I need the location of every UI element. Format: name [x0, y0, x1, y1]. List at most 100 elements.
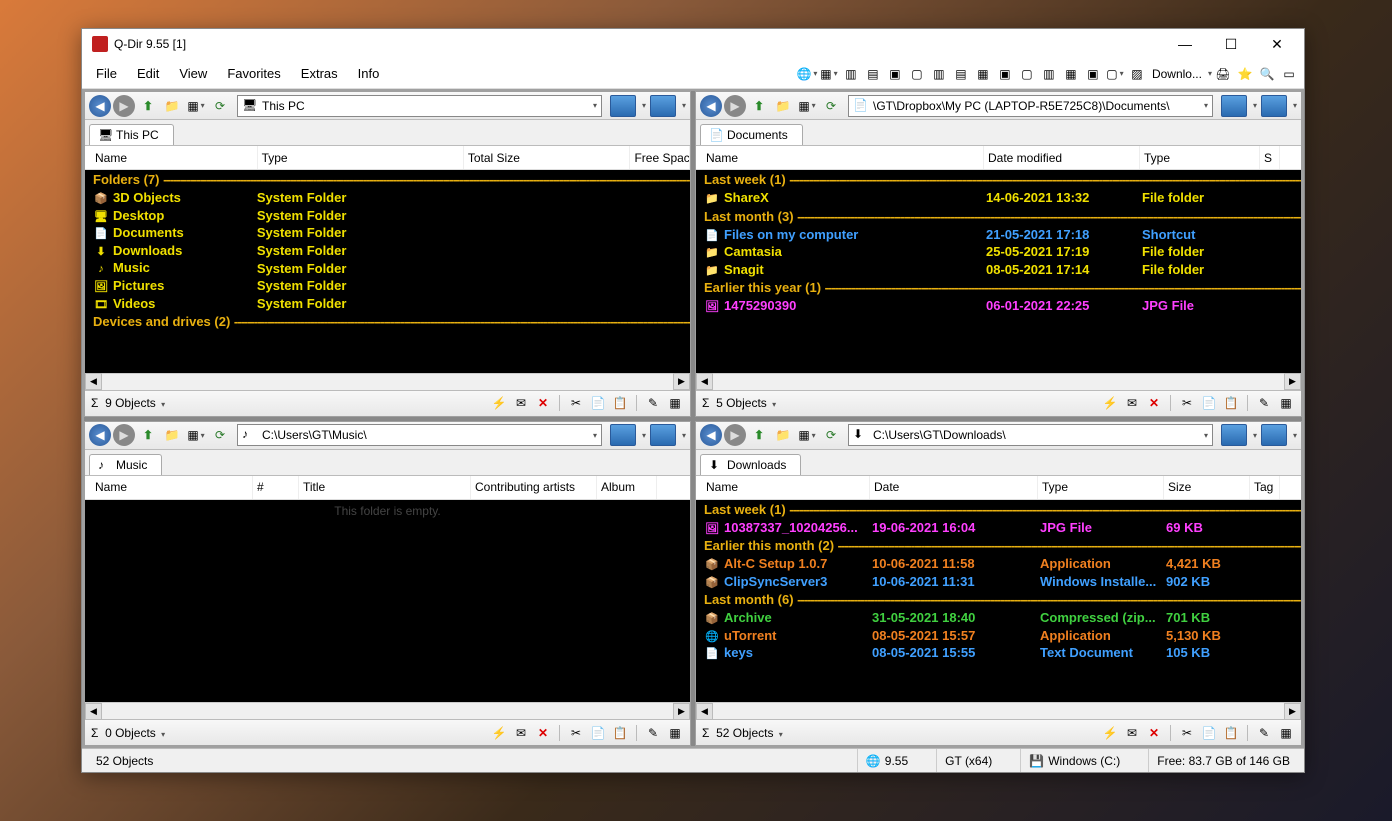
menu-favorites[interactable]: Favorites — [217, 62, 290, 85]
folder-fav-button[interactable]: 📁 — [161, 95, 183, 117]
list-item[interactable]: 📁Camtasia25-05-2021 17:19File folder — [696, 243, 1301, 261]
column-header[interactable]: Name — [702, 476, 870, 499]
column-header[interactable]: Date — [870, 476, 1038, 499]
menu-info[interactable]: Info — [348, 62, 390, 85]
copy-icon[interactable]: 📄 — [589, 724, 607, 742]
maximize-button[interactable]: ☐ — [1208, 29, 1254, 59]
menu-view[interactable]: View — [169, 62, 217, 85]
scroll-right[interactable]: ▶ — [673, 703, 690, 720]
edit-icon[interactable]: ✎ — [644, 724, 662, 742]
scroll-right[interactable]: ▶ — [1284, 703, 1301, 720]
list-item[interactable]: 📁ShareX14-06-2021 13:32File folder — [696, 189, 1301, 207]
list-item[interactable]: 📄DocumentsSystem Folder — [85, 224, 690, 242]
h-scrollbar[interactable]: ◀▶ — [696, 373, 1301, 390]
file-list[interactable]: Last week (1) --------------------------… — [696, 500, 1301, 703]
up-button[interactable]: ⬆ — [137, 424, 159, 446]
menu-file[interactable]: File — [86, 62, 127, 85]
view-mode-1[interactable] — [1221, 95, 1247, 117]
group-header[interactable]: Last month (6) -------------------------… — [696, 590, 1301, 609]
printer-icon[interactable]: 🖨 — [1214, 65, 1232, 83]
list-item[interactable]: 📁Snagit08-05-2021 17:14File folder — [696, 261, 1301, 279]
folder-fav-button[interactable]: 📁 — [161, 424, 183, 446]
mail-icon[interactable]: ✉ — [512, 394, 530, 412]
globe-icon[interactable]: 🌐▾ — [798, 65, 816, 83]
forward-button[interactable]: ▶ — [113, 424, 135, 446]
views-button[interactable]: ▦▾ — [185, 95, 207, 117]
object-count[interactable]: Σ 9 Objects ▾ — [91, 396, 486, 410]
view-mode-1[interactable] — [610, 424, 636, 446]
h-scrollbar[interactable]: ◀▶ — [85, 373, 690, 390]
refresh-button[interactable]: ⟳ — [820, 95, 842, 117]
column-header[interactable]: Total Size — [464, 146, 631, 169]
folder-fav-button[interactable]: 📁 — [772, 95, 794, 117]
list-item[interactable]: ♪MusicSystem Folder — [85, 259, 690, 277]
group-header[interactable]: Devices and drives (2) -----------------… — [85, 312, 690, 331]
copy-icon[interactable]: 📄 — [1200, 724, 1218, 742]
delete-icon[interactable]: ✕ — [534, 724, 552, 742]
back-button[interactable]: ◀ — [700, 424, 722, 446]
layout-4-icon[interactable]: ▣ — [886, 65, 904, 83]
refresh-button[interactable]: ⟳ — [209, 95, 231, 117]
layout-7-icon[interactable]: ▤ — [952, 65, 970, 83]
grid-icon[interactable]: ▦ — [666, 724, 684, 742]
menu-extras[interactable]: Extras — [291, 62, 348, 85]
cut-icon[interactable]: ✂ — [567, 394, 585, 412]
column-header[interactable]: Title — [299, 476, 471, 499]
column-header[interactable]: Album — [597, 476, 657, 499]
group-header[interactable]: Earlier this year (1) ------------------… — [696, 278, 1301, 297]
grid-icon[interactable]: ▦ — [1277, 394, 1295, 412]
menu-edit[interactable]: Edit — [127, 62, 169, 85]
cut-icon[interactable]: ✂ — [1178, 724, 1196, 742]
back-button[interactable]: ◀ — [89, 95, 111, 117]
list-item[interactable]: 🖼PicturesSystem Folder — [85, 277, 690, 295]
forward-button[interactable]: ▶ — [113, 95, 135, 117]
forward-button[interactable]: ▶ — [724, 424, 746, 446]
layout-5-icon[interactable]: ▢ — [908, 65, 926, 83]
paste-icon[interactable]: 📋 — [1222, 394, 1240, 412]
copy-icon[interactable]: 📄 — [589, 394, 607, 412]
delete-icon[interactable]: ✕ — [1145, 394, 1163, 412]
layout-2-icon[interactable]: ▥ — [842, 65, 860, 83]
up-button[interactable]: ⬆ — [748, 424, 770, 446]
list-item[interactable]: 📦Archive31-05-2021 18:40Compressed (zip.… — [696, 609, 1301, 627]
paste-icon[interactable]: 📋 — [611, 394, 629, 412]
group-header[interactable]: Last month (3) -------------------------… — [696, 207, 1301, 226]
address-bar[interactable]: 📄\GT\Dropbox\My PC (LAPTOP-R5E725C8)\Doc… — [848, 95, 1213, 117]
list-item[interactable]: 🖼147529039006-01-2021 22:25JPG File — [696, 297, 1301, 315]
layout-8-icon[interactable]: ▦ — [974, 65, 992, 83]
list-item[interactable]: 📦Alt-C Setup 1.0.710-06-2021 11:58Applic… — [696, 555, 1301, 573]
address-bar[interactable]: ♪C:\Users\GT\Music\▾ — [237, 424, 602, 446]
column-header[interactable]: Name — [91, 476, 253, 499]
zoom-icon[interactable]: 🔍 — [1258, 65, 1276, 83]
address-bar[interactable]: ⬇C:\Users\GT\Downloads\▾ — [848, 424, 1213, 446]
column-header[interactable]: Name — [91, 146, 258, 169]
view-mode-2[interactable] — [1261, 95, 1287, 117]
star-icon[interactable]: ⭐ — [1236, 65, 1254, 83]
forward-button[interactable]: ▶ — [724, 95, 746, 117]
refresh-button[interactable]: ⟳ — [820, 424, 842, 446]
close-button[interactable]: ✕ — [1254, 29, 1300, 59]
list-item[interactable]: 🎞VideosSystem Folder — [85, 295, 690, 313]
layout-3-icon[interactable]: ▤ — [864, 65, 882, 83]
copy-icon[interactable]: 📄 — [1200, 394, 1218, 412]
file-list[interactable]: Folders (7) ----------------------------… — [85, 170, 690, 373]
delete-icon[interactable]: ✕ — [534, 394, 552, 412]
cut-icon[interactable]: ✂ — [567, 724, 585, 742]
layout-14-icon[interactable]: ▢▾ — [1106, 65, 1124, 83]
list-item[interactable]: 📄keys08-05-2021 15:55Text Document105 KB — [696, 644, 1301, 662]
scroll-left[interactable]: ◀ — [85, 703, 102, 720]
paste-icon[interactable]: 📋 — [1222, 724, 1240, 742]
column-header[interactable]: Type — [258, 146, 464, 169]
tab[interactable]: 📄Documents — [700, 124, 803, 145]
list-item[interactable]: ⬇DownloadsSystem Folder — [85, 242, 690, 260]
list-item[interactable]: 🖼10387337_10204256...19-06-2021 16:04JPG… — [696, 519, 1301, 537]
scroll-left[interactable]: ◀ — [85, 373, 102, 390]
list-item[interactable]: 🌐uTorrent08-05-2021 15:57Application5,13… — [696, 627, 1301, 645]
chip-icon[interactable]: ▨ — [1128, 65, 1146, 83]
view-mode-1[interactable] — [1221, 424, 1247, 446]
list-item[interactable]: 📦ClipSyncServer310-06-2021 11:31Windows … — [696, 573, 1301, 591]
up-button[interactable]: ⬆ — [748, 95, 770, 117]
list-item[interactable]: 🖥DesktopSystem Folder — [85, 207, 690, 225]
filter-icon[interactable]: ⚡ — [1101, 394, 1119, 412]
column-header[interactable]: Date modified — [984, 146, 1140, 169]
